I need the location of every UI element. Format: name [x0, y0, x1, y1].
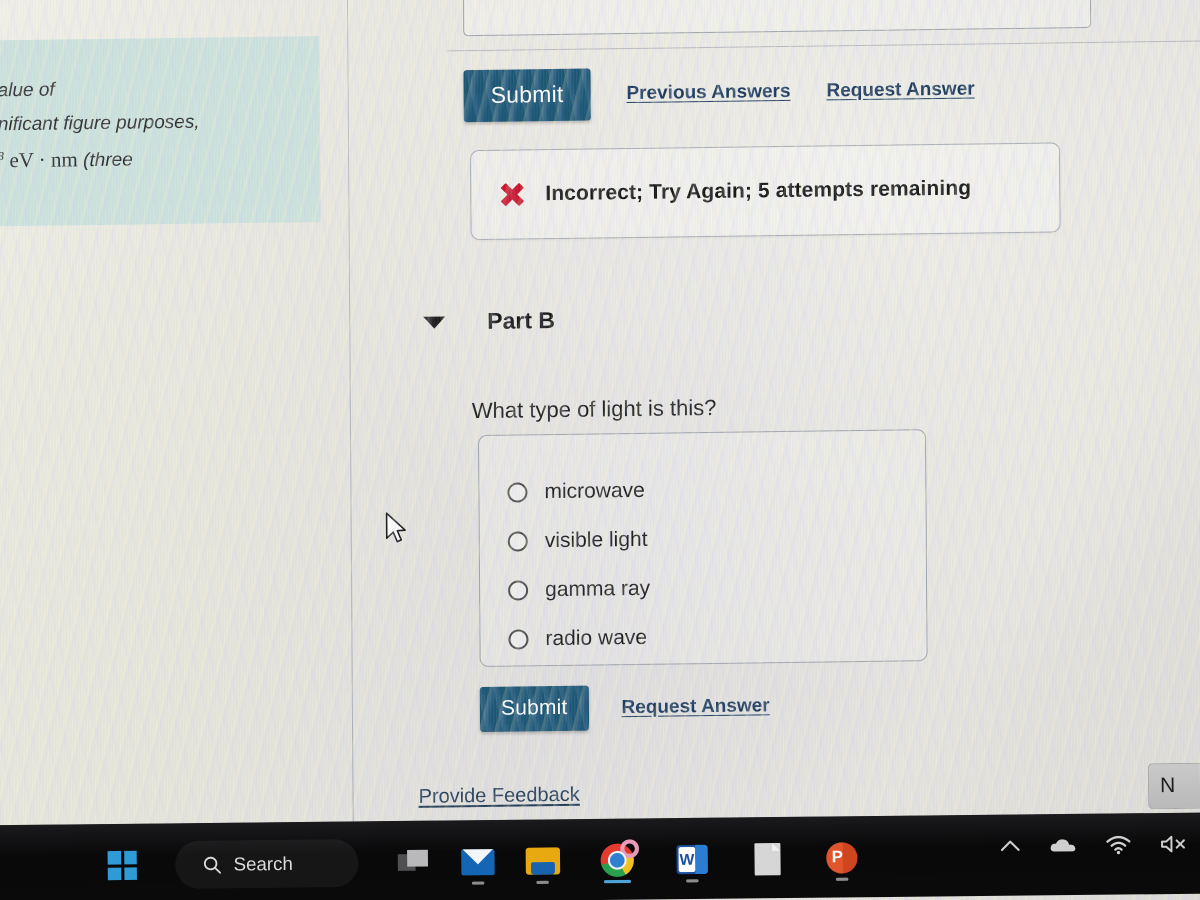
edge-window-peek[interactable]: N [1147, 762, 1200, 810]
hint-exponent: 3 [0, 148, 5, 163]
active-indicator [603, 879, 632, 884]
browser-page: alue of nificant figure purposes, 3 eV ·… [0, 0, 1200, 876]
taskbar-search-box[interactable]: Search [175, 839, 359, 889]
hint-line-2: nificant figure purposes, [0, 111, 200, 136]
hint-panel: alue of nificant figure purposes, 3 eV ·… [0, 36, 321, 227]
chrome-icon [600, 839, 640, 878]
option-label: radio wave [545, 625, 648, 650]
edge-window-label: N [1159, 773, 1176, 798]
feedback-banner: Incorrect; Try Again; 5 attempts remaini… [470, 142, 1061, 241]
taskbar-item-file-explorer[interactable] [510, 836, 575, 887]
hint-units: eV · nm [9, 146, 78, 172]
task-view-icon [397, 849, 429, 875]
powerpoint-icon [826, 842, 858, 874]
previous-answers-link[interactable]: Previous Answers [626, 81, 790, 105]
radio-button-icon[interactable] [507, 530, 528, 552]
running-indicator [835, 877, 849, 881]
chrome-badge-icon [620, 839, 640, 859]
radio-button-icon[interactable] [507, 481, 528, 503]
radio-button-icon[interactable] [508, 628, 529, 650]
taskbar-item-mail[interactable] [445, 836, 510, 887]
mouse-pointer-icon [385, 512, 406, 543]
taskbar-items: Search [90, 833, 875, 891]
running-indicator [471, 881, 485, 885]
part-b-request-answer-link[interactable]: Request Answer [621, 695, 769, 719]
answer-entry-area[interactable]: j 7.55 · 10 [462, 0, 1092, 37]
document-icon [753, 842, 781, 875]
mail-icon [461, 848, 495, 875]
start-button[interactable] [90, 840, 155, 891]
option-visible-light[interactable]: visible light [507, 511, 926, 565]
system-tray [999, 833, 1200, 856]
running-indicator [536, 880, 549, 885]
feedback-message: Incorrect; Try Again; 5 attempts remaini… [545, 176, 972, 206]
running-indicator [686, 879, 699, 883]
chevron-up-icon [1000, 840, 1020, 852]
hint-line-3: 3 eV · nm (three [0, 138, 300, 179]
taskbar-item-document[interactable] [735, 833, 800, 884]
part-b-actions: Submit Request Answer [479, 683, 770, 733]
taskbar-search-label: Search [233, 852, 293, 875]
option-microwave[interactable]: microwave [507, 462, 925, 516]
option-radio-wave[interactable]: radio wave [508, 609, 926, 663]
part-b-header[interactable]: Part B [423, 307, 555, 336]
taskbar-item-chrome[interactable] [585, 835, 650, 886]
provide-feedback-link[interactable]: Provide Feedback [418, 784, 579, 809]
laptop-screen-photo: alue of nificant figure purposes, 3 eV ·… [0, 0, 1200, 900]
onedrive-cloud-icon[interactable] [1049, 836, 1078, 855]
radio-button-icon[interactable] [508, 579, 529, 601]
part-a-request-answer-link[interactable]: Request Answer [826, 78, 974, 102]
part-b-submit-button[interactable]: Submit [479, 685, 589, 733]
option-gamma-ray[interactable]: gamma ray [508, 560, 926, 614]
x-mark-icon [499, 181, 525, 207]
word-icon [676, 844, 708, 875]
part-a-actions: Submit Previous Answers Request Answer [463, 63, 975, 123]
volume-muted-icon[interactable] [1159, 834, 1188, 855]
cloud-icon [1050, 839, 1076, 852]
windows-taskbar: Search [0, 812, 1200, 900]
part-b-question: What type of light is this? [471, 394, 717, 424]
option-label: visible light [544, 527, 648, 552]
column-divider [346, 0, 354, 822]
part-b-options-group: microwave visible light gamma ray radio … [478, 429, 928, 668]
wifi-icon[interactable] [1105, 834, 1132, 855]
search-icon [203, 856, 221, 874]
part-a-submit-button[interactable]: Submit [463, 68, 591, 123]
chevron-down-icon[interactable] [423, 315, 446, 329]
part-b-title: Part B [487, 307, 556, 334]
section-divider [447, 39, 1200, 52]
taskbar-item-task-view[interactable] [381, 837, 446, 888]
option-label: gamma ray [545, 576, 651, 601]
hint-tail: (three [83, 149, 133, 171]
wifi-icon [1106, 835, 1131, 855]
file-explorer-icon [525, 847, 560, 874]
speaker-mute-icon [1161, 835, 1185, 853]
option-label: microwave [544, 478, 645, 503]
show-hidden-icons-chevron[interactable] [999, 838, 1022, 853]
taskbar-item-powerpoint[interactable] [809, 833, 874, 884]
windows-start-icon [107, 850, 137, 881]
hint-line-1: alue of [0, 79, 55, 102]
taskbar-item-word[interactable] [660, 834, 725, 885]
